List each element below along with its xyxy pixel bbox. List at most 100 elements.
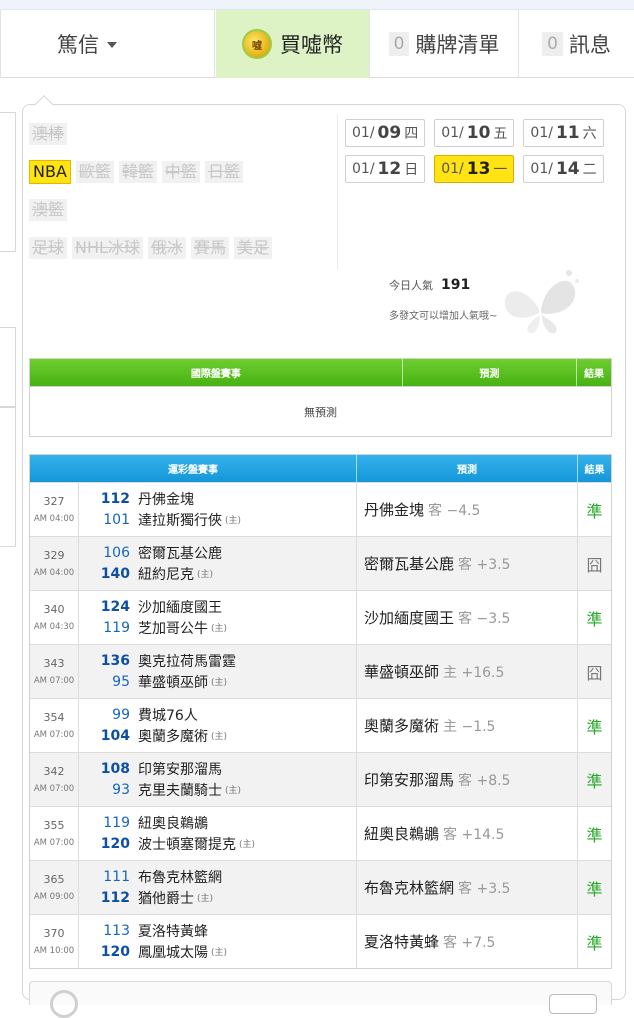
- away-team-name[interactable]: 費城76人: [138, 705, 198, 725]
- away-team-name[interactable]: 密爾瓦基公鹿: [138, 543, 222, 563]
- table-row: 343 AM 07:00 136 奧克拉荷馬雷霆 95 華盛頓巫師 (主) 華盛頓巫師主 +1…: [30, 644, 611, 698]
- date-button[interactable]: 01/11 六: [523, 119, 604, 147]
- sport-tag-nhl[interactable]: NHL冰球: [72, 237, 143, 259]
- home-score: 120: [100, 835, 130, 852]
- result-cell: 準: [586, 825, 603, 845]
- purchase-list-button[interactable]: 0 購牌清單: [370, 10, 519, 78]
- date-button[interactable]: 01/10 五: [434, 119, 515, 147]
- game-number: 340: [43, 603, 65, 616]
- date-button[interactable]: 01/14 二: [523, 155, 604, 183]
- game-time: AM 07:00: [33, 676, 75, 686]
- predicted-line: 客 −4.5: [428, 502, 481, 519]
- date-row: 01/12 日 01/13 一 01/14 二: [345, 155, 625, 183]
- sport-tag-euro-basketball[interactable]: 歐籃: [75, 161, 114, 183]
- predicted-line: 客 −3.5: [458, 610, 511, 627]
- away-team-name[interactable]: 丹佛金塊: [138, 489, 194, 509]
- sport-tag-american-football[interactable]: 美足: [233, 237, 272, 259]
- date-month: 01/: [352, 161, 375, 177]
- away-score: 119: [103, 814, 130, 831]
- popularity-label: 今日人氣: [389, 279, 433, 292]
- sport-tag-horse-racing[interactable]: 賽馬: [190, 237, 229, 259]
- sport-tag-chinese-basketball[interactable]: 中籃: [161, 161, 200, 183]
- game-id-cell: 343 AM 07:00: [30, 645, 79, 698]
- comment-box: [29, 981, 612, 1018]
- away-score: 99: [112, 706, 130, 723]
- date-weekday: 一: [493, 162, 508, 178]
- sport-row: 澳籃: [29, 195, 339, 225]
- predicted-line: 主 +16.5: [443, 664, 505, 681]
- prediction-cell: 布魯克林籃網客 +3.5: [357, 861, 578, 914]
- sport-tag-australian-baseball[interactable]: 澳棒: [29, 123, 68, 145]
- table-header: 國際盤賽事 預測 結果: [30, 359, 611, 386]
- home-team-name[interactable]: 芝加哥公牛: [138, 618, 208, 638]
- away-score: 106: [103, 544, 130, 561]
- comment-submit-button[interactable]: [549, 994, 597, 1014]
- sport-tag-nba[interactable]: NBA: [29, 160, 71, 184]
- home-team-name[interactable]: 鳳凰城太陽: [138, 942, 208, 962]
- away-team-name[interactable]: 沙加緬度國王: [138, 597, 222, 617]
- prediction-panel: 澳棒 NBA 歐籃 韓籃 中籃 日籃 澳籃 足球 NHL冰球 俄冰 賽馬 美足 …: [22, 95, 626, 1018]
- predicted-line: 客 +8.5: [458, 772, 511, 789]
- date-button[interactable]: 01/09 四: [345, 119, 426, 147]
- table-row: 327 AM 04:00 112 丹佛金塊 101 達拉斯獨行俠 (主) 丹佛金塊客 −4.5…: [30, 482, 611, 536]
- date-button[interactable]: 01/12 日: [345, 155, 426, 183]
- messages-dropdown[interactable]: 篤信: [0, 10, 215, 78]
- game-id-cell: 327 AM 04:00: [30, 483, 79, 536]
- prediction-cell: 華盛頓巫師主 +16.5: [357, 645, 578, 698]
- away-team-name[interactable]: 紐奧良鵜鶘: [138, 813, 208, 833]
- home-team-line: 140 紐約尼克 (主): [79, 563, 356, 584]
- home-score: 101: [103, 511, 130, 528]
- home-team-line: 120 波士頓塞爾提克 (主): [79, 833, 356, 854]
- predicted-line: 客 +3.5: [458, 880, 511, 897]
- home-marker: (主): [225, 786, 242, 796]
- sport-tag-russian-hockey[interactable]: 俄冰: [147, 237, 186, 259]
- home-team-name[interactable]: 猶他爵士: [138, 888, 194, 908]
- home-team-name[interactable]: 紐約尼克: [138, 564, 194, 584]
- date-month: 01/: [352, 125, 375, 141]
- away-team-name[interactable]: 印第安那溜馬: [138, 759, 222, 779]
- game-time: AM 09:00: [33, 892, 75, 902]
- date-button-selected[interactable]: 01/13 一: [434, 155, 515, 183]
- sport-row: 澳棒: [29, 119, 339, 149]
- left-sidebar-edge: [0, 112, 16, 672]
- sport-tag-soccer[interactable]: 足球: [29, 237, 68, 259]
- date-weekday: 二: [582, 162, 597, 178]
- away-team-name[interactable]: 布魯克林籃網: [138, 867, 222, 887]
- buy-coins-button[interactable]: 噓 買噓幣: [216, 10, 370, 78]
- sport-tag-japanese-basketball[interactable]: 日籃: [204, 161, 243, 183]
- home-marker: (主): [239, 840, 256, 850]
- predicted-line: 客 +14.5: [443, 826, 505, 843]
- game-id-cell: 354 AM 07:00: [30, 699, 79, 752]
- game-number: 365: [43, 873, 65, 886]
- game-time: AM 04:00: [33, 568, 75, 578]
- game-time: AM 07:00: [33, 730, 75, 740]
- date-day: 14: [555, 159, 580, 179]
- home-team-name[interactable]: 奧蘭多魔術: [138, 726, 208, 746]
- away-team-line: 111 布魯克林籃網: [79, 866, 356, 887]
- notifications-button[interactable]: 0 訊息: [519, 10, 634, 78]
- home-team-name[interactable]: 華盛頓巫師: [138, 672, 208, 692]
- table-row: 370 AM 10:00 113 夏洛特黃蜂 120 鳳凰城太陽 (主) 夏洛特黃蜂客 +7.…: [30, 914, 611, 968]
- away-team-name[interactable]: 夏洛特黃蜂: [138, 921, 208, 941]
- date-month: 01/: [441, 161, 464, 177]
- date-row: 01/09 四 01/10 五 01/11 六: [345, 119, 625, 147]
- messages-label: 篤信: [57, 33, 99, 57]
- home-team-name[interactable]: 波士頓塞爾提克: [138, 834, 236, 854]
- sport-tag-korean-basketball[interactable]: 韓籃: [118, 161, 157, 183]
- home-team-name[interactable]: 克里夫蘭騎士: [138, 780, 222, 800]
- prediction-cell: 奧蘭多魔術主 −1.5: [357, 699, 578, 752]
- game-cell: 136 奧克拉荷馬雷霆 95 華盛頓巫師 (主): [79, 645, 357, 698]
- date-day: 09: [377, 123, 402, 143]
- home-marker: (主): [211, 624, 228, 634]
- home-team-name[interactable]: 達拉斯獨行俠: [138, 510, 222, 530]
- sport-tag-australian-basketball[interactable]: 澳籃: [29, 199, 68, 221]
- predicted-line: 主 −1.5: [443, 718, 496, 735]
- result-cell: 囧: [586, 663, 603, 683]
- away-team-line: 106 密爾瓦基公鹿: [79, 542, 356, 563]
- date-selector: 01/09 四 01/10 五 01/11 六 01/12 日 01/13 一 01/14…: [345, 119, 625, 191]
- table-row: 340 AM 04:30 124 沙加緬度國王 119 芝加哥公牛 (主) 沙加緬度國王客 −…: [30, 590, 611, 644]
- sport-row: 足球 NHL冰球 俄冰 賽馬 美足: [29, 233, 339, 263]
- away-team-name[interactable]: 奧克拉荷馬雷霆: [138, 651, 236, 671]
- home-score: 112: [100, 889, 130, 906]
- game-cell: 106 密爾瓦基公鹿 140 紐約尼克 (主): [79, 537, 357, 590]
